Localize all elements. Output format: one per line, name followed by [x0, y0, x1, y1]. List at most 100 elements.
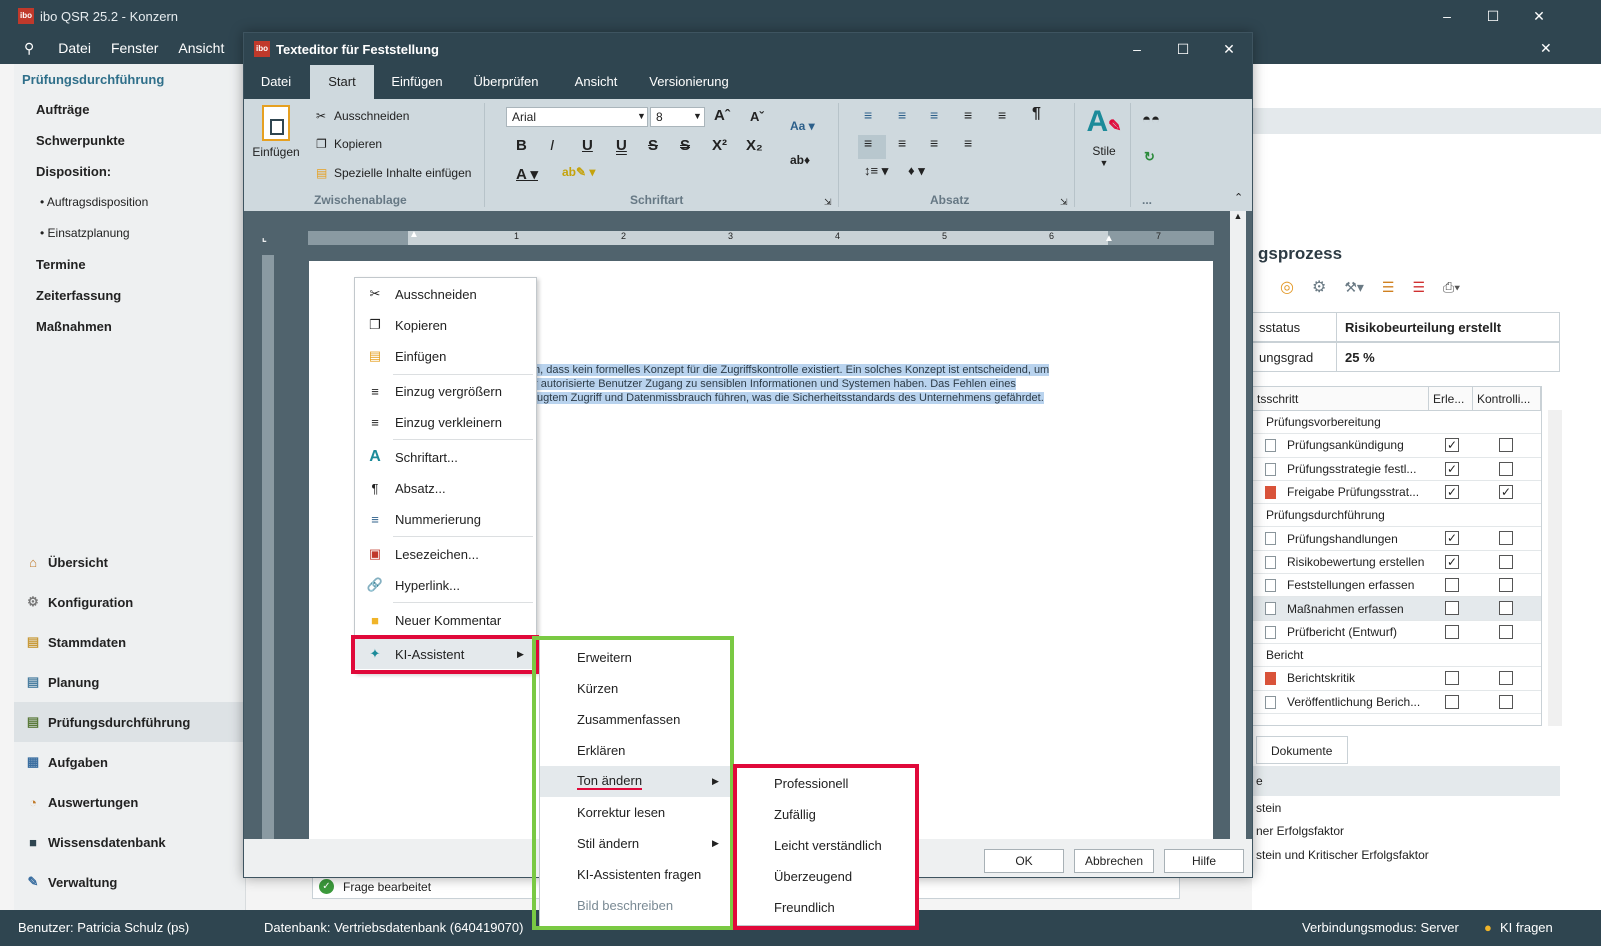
align-right-icon[interactable]: ≡	[930, 135, 938, 151]
control-checkbox[interactable]	[1499, 554, 1513, 569]
collapse-ribbon-icon[interactable]: ⌃	[1234, 191, 1243, 204]
search-icon[interactable]: ⚲	[24, 40, 34, 57]
col-control[interactable]: Kontrolli...	[1473, 387, 1541, 410]
grid-row[interactable]: Veröffentlichung Berich...	[1253, 691, 1541, 714]
grid-row[interactable]: Maßnahmen erfassen	[1253, 597, 1541, 621]
sidebar-item-schwerpunkte[interactable]: Schwerpunkte	[14, 125, 245, 156]
menu-item-cut[interactable]: ✂ Ausschneiden	[355, 279, 536, 309]
settings-icon[interactable]: ⚙	[1312, 277, 1326, 297]
done-checkbox[interactable]	[1445, 578, 1459, 593]
tab-start[interactable]: Start	[310, 65, 374, 99]
font-name-select[interactable]: Arial	[506, 107, 648, 127]
grid-row[interactable]: Prüfbericht (Entwurf)	[1253, 621, 1541, 644]
done-checkbox[interactable]	[1445, 601, 1459, 616]
editor-scrollbar[interactable]: ▲	[1230, 211, 1246, 839]
align-left-icon[interactable]: ≡	[864, 135, 872, 151]
bold-icon[interactable]: B	[516, 137, 527, 154]
bullets-icon[interactable]: ≡	[864, 107, 872, 123]
nav-planung[interactable]: ▤ Planung	[14, 662, 246, 702]
sidebar-item-zeiterfassung[interactable]: Zeiterfassung	[14, 280, 245, 311]
done-checkbox[interactable]	[1445, 694, 1459, 709]
tab-datei[interactable]: Datei	[252, 65, 300, 99]
control-checkbox[interactable]	[1499, 438, 1513, 453]
multilevel-list-icon[interactable]: ≡	[930, 107, 938, 123]
nav-auswertungen[interactable]: ◔ Auswertungen	[14, 782, 246, 822]
panel-close-icon[interactable]: ✕	[1540, 40, 1552, 57]
increase-indent-icon[interactable]: ≡	[998, 107, 1006, 123]
clear-format-icon[interactable]: ab♦	[790, 153, 810, 167]
subscript-icon[interactable]: X₂	[746, 137, 763, 154]
grid-row[interactable]: Freigabe Prüfungsstrat... ✓ ✓	[1253, 481, 1541, 505]
grow-font-icon[interactable]: Aˆ	[714, 107, 730, 124]
control-checkbox[interactable]	[1499, 531, 1513, 546]
italic-icon[interactable]: I	[550, 137, 554, 154]
menu-item-hyperlink[interactable]: 🔗 Hyperlink...	[355, 570, 536, 600]
nav-wissensdatenbank[interactable]: ■ Wissensdatenbank	[14, 822, 246, 862]
menu-item-increase-indent[interactable]: ≡ Einzug vergrößern	[355, 376, 536, 406]
grid-row[interactable]: Risikobewertung erstellen ✓	[1253, 551, 1541, 575]
cut-button[interactable]: ✂ Ausschneiden	[316, 109, 409, 123]
shading-icon[interactable]: ♦ ▾	[908, 163, 925, 179]
grid-row[interactable]: Feststellungen erfassen	[1253, 574, 1541, 598]
chevron-down-icon[interactable]: ▼	[693, 111, 702, 121]
dialog-maximize-icon[interactable]: ☐	[1160, 33, 1206, 65]
menu-item-font[interactable]: A Schriftart...	[355, 442, 536, 472]
menu-ansicht[interactable]: Ansicht	[178, 40, 224, 56]
minimize-icon[interactable]: –	[1424, 0, 1470, 32]
align-center-icon[interactable]: ≡	[898, 135, 906, 151]
ki-ask-button[interactable]: KI fragen	[1500, 920, 1553, 935]
grid-group-row[interactable]: Bericht	[1253, 644, 1541, 668]
grid-row[interactable]: Berichtskritik	[1253, 667, 1541, 691]
shrink-font-icon[interactable]: Aˇ	[750, 109, 764, 124]
right-indent-marker-icon[interactable]: ▲	[1104, 233, 1114, 244]
styles-button[interactable]: A✎ Stile ▼	[1082, 105, 1126, 168]
copy-button[interactable]: ❐ Kopieren	[316, 137, 382, 151]
help-button[interactable]: Hilfe	[1164, 849, 1244, 873]
superscript-icon[interactable]: X²	[712, 137, 727, 154]
control-checkbox[interactable]	[1499, 578, 1513, 593]
nav-aufgaben[interactable]: ▦ Aufgaben	[14, 742, 246, 782]
double-strikethrough-icon[interactable]: S	[680, 137, 690, 154]
sidebar-item-auftraege[interactable]: Aufträge	[14, 94, 245, 125]
tab-ueberpruefen[interactable]: Überprüfen	[468, 65, 544, 99]
col-step[interactable]: tsschritt	[1253, 387, 1429, 410]
strikethrough-icon[interactable]: S	[648, 137, 658, 154]
replace-icon[interactable]: ↻	[1144, 149, 1155, 165]
menu-item-new-comment[interactable]: ■ Neuer Kommentar	[355, 605, 536, 635]
done-checkbox[interactable]	[1445, 671, 1459, 686]
change-case-icon[interactable]: Aa ▾	[790, 119, 815, 133]
highlight-icon[interactable]: ab✎ ▾	[562, 165, 595, 179]
pilcrow-icon[interactable]: ¶	[1032, 105, 1041, 123]
done-checkbox[interactable]: ✓	[1445, 531, 1459, 546]
nav-uebersicht[interactable]: ⌂ Übersicht	[14, 542, 246, 582]
horizontal-ruler[interactable]: 1 2 3 4 5 6 7 ▲ ▲	[308, 229, 1214, 245]
sidebar-item-termine[interactable]: Termine	[14, 249, 245, 280]
nav-stammdaten[interactable]: ▤ Stammdaten	[14, 622, 246, 662]
paste-button[interactable]: Einfügen	[250, 105, 302, 159]
nav-konfiguration[interactable]: ⚙ Konfiguration	[14, 582, 246, 622]
circle-up-icon[interactable]: ◎	[1280, 277, 1294, 297]
indent-marker-icon[interactable]: ▲	[409, 229, 419, 240]
sidebar-item-einsatzplanung[interactable]: • Einsatzplanung	[14, 218, 245, 249]
menu-item-numbering[interactable]: ≡ Nummerierung	[355, 504, 536, 534]
grid-group-row[interactable]: Prüfungsdurchführung	[1253, 504, 1541, 528]
tools-icon[interactable]: ⚒▾	[1344, 279, 1364, 296]
tab-versionierung[interactable]: Versionierung	[644, 65, 734, 99]
menu-item-bookmark[interactable]: ▣ Lesezeichen...	[355, 539, 536, 569]
vertical-ruler[interactable]	[262, 255, 274, 839]
tab-ansicht[interactable]: Ansicht	[566, 65, 626, 99]
dialog-launcher-icon[interactable]: ⇲	[824, 197, 832, 208]
dialog-close-icon[interactable]: ✕	[1206, 33, 1252, 65]
justify-icon[interactable]: ≡	[964, 135, 972, 151]
line-spacing-icon[interactable]: ↕≡ ▾	[864, 163, 888, 179]
tab-einfuegen[interactable]: Einfügen	[382, 65, 452, 99]
menu-item-decrease-indent[interactable]: ≡ Einzug verkleinern	[355, 407, 536, 437]
grid-row[interactable]: Prüfungsankündigung ✓	[1253, 434, 1541, 458]
tab-dokumente[interactable]: Dokumente	[1256, 736, 1348, 764]
tree-remove-icon[interactable]: ☰	[1412, 279, 1425, 296]
control-checkbox[interactable]: ✓	[1499, 484, 1513, 499]
dialog-minimize-icon[interactable]: –	[1114, 33, 1160, 65]
chevron-down-icon[interactable]: ▼	[637, 111, 646, 121]
numbering-icon[interactable]: ≡	[898, 107, 906, 123]
menu-item-paragraph[interactable]: ¶ Absatz...	[355, 473, 536, 503]
